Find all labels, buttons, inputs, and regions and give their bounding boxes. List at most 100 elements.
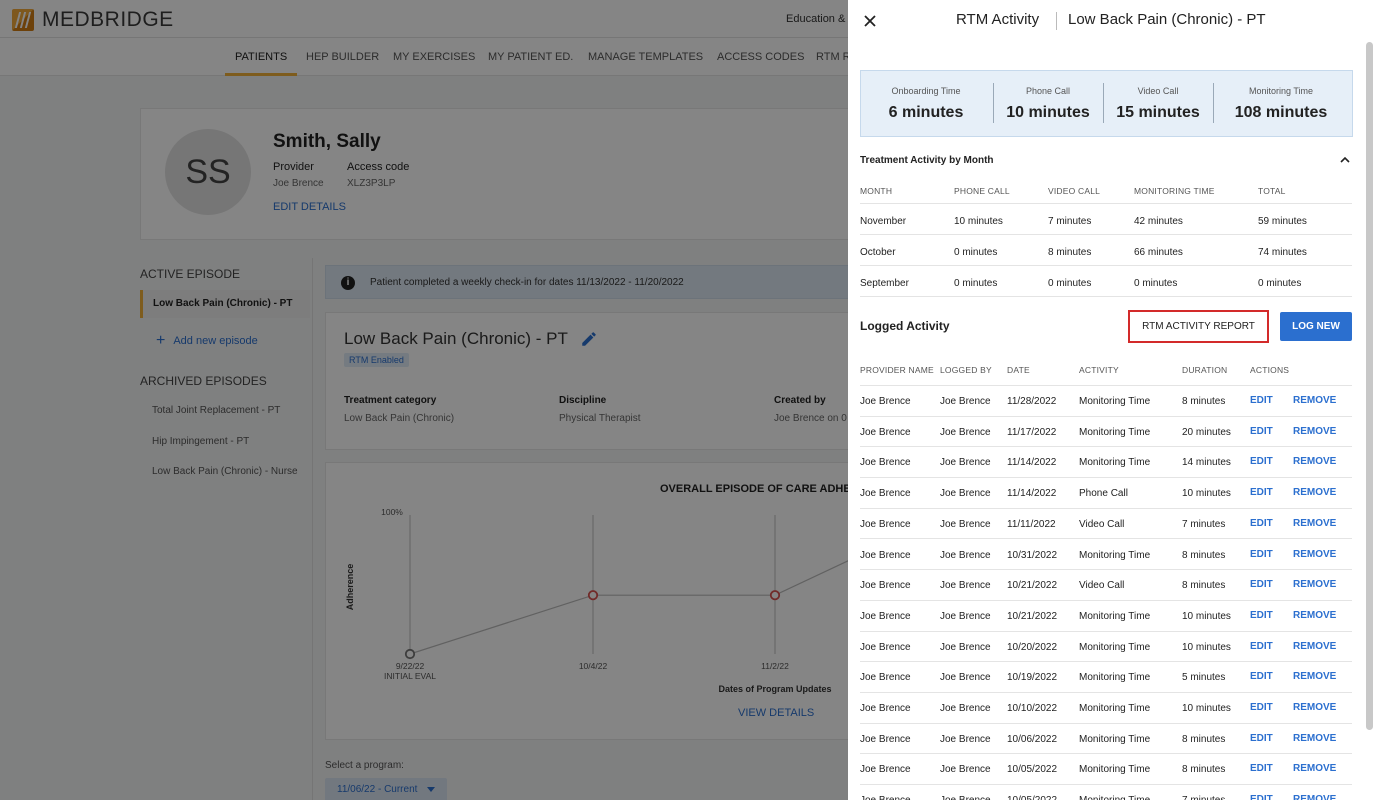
column-header: MONITORING TIME (1134, 186, 1215, 196)
scrollbar[interactable] (1366, 42, 1373, 730)
table-cell: Phone Call (1079, 488, 1128, 500)
edit-button[interactable]: EDIT (1250, 794, 1273, 800)
summary-value: 108 minutes (1234, 104, 1328, 121)
table-row: Joe Brence Joe Brence 10/19/2022 Monitoring… (860, 662, 1352, 693)
table-cell: November (860, 216, 907, 227)
edit-button[interactable]: EDIT (1250, 426, 1273, 437)
table-cell: 11/28/2022 (1007, 396, 1057, 407)
edit-button[interactable]: EDIT (1250, 549, 1273, 560)
edit-button[interactable]: EDIT (1250, 733, 1273, 744)
table-cell: 7 minutes (1182, 795, 1225, 800)
table-cell: 0 minutes (954, 278, 998, 289)
remove-button[interactable]: REMOVE (1293, 456, 1336, 467)
edit-button[interactable]: EDIT (1250, 456, 1273, 467)
remove-button[interactable]: REMOVE (1293, 641, 1336, 652)
table-row: Joe Brence Joe Brence 10/20/2022 Monitoring… (860, 632, 1352, 663)
edit-button[interactable]: EDIT (1250, 395, 1273, 406)
table-cell: 10/21/2022 (1007, 610, 1058, 622)
column-header: MONTH (860, 186, 893, 196)
table-cell: 10/31/2022 (1007, 549, 1058, 561)
table-cell: Monitoring Time (1079, 396, 1151, 407)
table-cell: Joe Brence (860, 672, 911, 684)
divider (1103, 83, 1104, 123)
table-cell: 8 minutes (1182, 764, 1226, 776)
remove-button[interactable]: REMOVE (1293, 610, 1336, 621)
table-cell: 10 minutes (1182, 610, 1231, 622)
remove-button[interactable]: REMOVE (1293, 702, 1336, 713)
summary-monitoring: Monitoring Time 108 minutes (1217, 71, 1345, 136)
table-cell: 74 minutes (1258, 247, 1307, 258)
table-header-row: PROVIDER NAME LOGGED BY DATE ACTIVITY DURATI… (860, 355, 1352, 386)
remove-button[interactable]: REMOVE (1293, 426, 1336, 437)
table-cell: Monitoring Time (1079, 610, 1151, 622)
table-cell: 10/21/2022 (1007, 580, 1058, 592)
edit-button[interactable]: EDIT (1250, 610, 1273, 621)
summary-label: Monitoring Time (1248, 86, 1314, 96)
table-cell: 8 minutes (1048, 247, 1092, 258)
table-cell: 7 minutes (1048, 216, 1092, 227)
table-row: Joe Brence Joe Brence 10/10/2022 Monitoring… (860, 693, 1352, 724)
table-cell: Joe Brence (940, 703, 991, 714)
treatment-activity-heading: Treatment Activity by Month (860, 155, 994, 166)
table-cell: Monitoring Time (1079, 641, 1151, 653)
remove-button[interactable]: REMOVE (1293, 549, 1336, 560)
table-cell: Monitoring Time (1079, 795, 1150, 800)
table-row: October 0 minutes 8 minutes 66 minutes 74 mi… (860, 235, 1352, 266)
table-cell: Joe Brence (940, 396, 991, 407)
edit-button[interactable]: EDIT (1250, 641, 1273, 652)
divider (993, 83, 994, 123)
column-header: ACTIONS (1250, 365, 1290, 375)
table-cell: Monitoring Time (1079, 764, 1151, 776)
table-cell: 5 minutes (1182, 672, 1226, 684)
table-cell: 0 minutes (954, 247, 998, 258)
rtm-activity-report-button[interactable]: RTM ACTIVITY REPORT (1128, 310, 1269, 343)
table-cell: 8 minutes (1182, 396, 1226, 407)
table-cell: Joe Brence (860, 795, 911, 800)
summary-phone-call: Phone Call 10 minutes (998, 71, 1098, 136)
remove-button[interactable]: REMOVE (1293, 518, 1336, 529)
table-cell: Joe Brence (940, 457, 991, 469)
edit-button[interactable]: EDIT (1250, 671, 1273, 682)
remove-button[interactable]: REMOVE (1293, 487, 1336, 498)
remove-button[interactable]: REMOVE (1293, 579, 1336, 590)
close-icon[interactable] (862, 13, 878, 29)
remove-button[interactable]: REMOVE (1293, 733, 1336, 744)
table-cell: 11/11/2022 (1007, 518, 1056, 530)
table-row: Joe Brence Joe Brence 11/17/2022 Monitoring… (860, 417, 1352, 448)
edit-button[interactable]: EDIT (1250, 702, 1273, 713)
remove-button[interactable]: REMOVE (1293, 794, 1336, 800)
table-cell: 8 minutes (1182, 580, 1226, 592)
summary-value: 10 minutes (1006, 104, 1090, 121)
table-cell: Monitoring Time (1079, 549, 1151, 561)
column-header: DURATION (1182, 365, 1228, 375)
remove-button[interactable]: REMOVE (1293, 671, 1336, 682)
table-cell: Monitoring Time (1079, 733, 1151, 745)
table-cell: 11/17/2022 (1007, 426, 1057, 438)
column-header: TOTAL (1258, 186, 1286, 196)
remove-button[interactable]: REMOVE (1293, 763, 1336, 774)
table-cell: 8 minutes (1182, 733, 1226, 745)
edit-button[interactable]: EDIT (1250, 487, 1273, 498)
summary-value: 6 minutes (888, 104, 964, 121)
table-cell: Joe Brence (860, 703, 911, 714)
chevron-up-icon[interactable] (1340, 156, 1350, 164)
log-new-button[interactable]: LOG NEW (1280, 312, 1352, 341)
table-cell: Joe Brence (940, 672, 991, 684)
table-row: Joe Brence Joe Brence 10/31/2022 Monitoring… (860, 540, 1352, 571)
edit-button[interactable]: EDIT (1250, 518, 1273, 529)
table-cell: 10/20/2022 (1007, 641, 1058, 653)
table-cell: 10/05/2022 (1007, 795, 1057, 800)
table-cell: Joe Brence (860, 457, 911, 469)
table-row: Joe Brence Joe Brence 11/11/2022 Video Call… (860, 509, 1352, 540)
table-cell: 11/14/2022 (1007, 457, 1057, 469)
column-header: ACTIVITY (1079, 365, 1119, 375)
column-header: PROVIDER NAME (860, 365, 934, 375)
table-cell: 0 minutes (1048, 278, 1092, 289)
column-header: VIDEO CALL (1048, 186, 1101, 196)
table-cell: Joe Brence (860, 580, 911, 592)
table-row: Joe Brence Joe Brence 11/14/2022 Monitoring… (860, 447, 1352, 479)
edit-button[interactable]: EDIT (1250, 763, 1273, 774)
edit-button[interactable]: EDIT (1250, 579, 1273, 590)
remove-button[interactable]: REMOVE (1293, 395, 1336, 406)
table-cell: Joe Brence (860, 610, 911, 622)
